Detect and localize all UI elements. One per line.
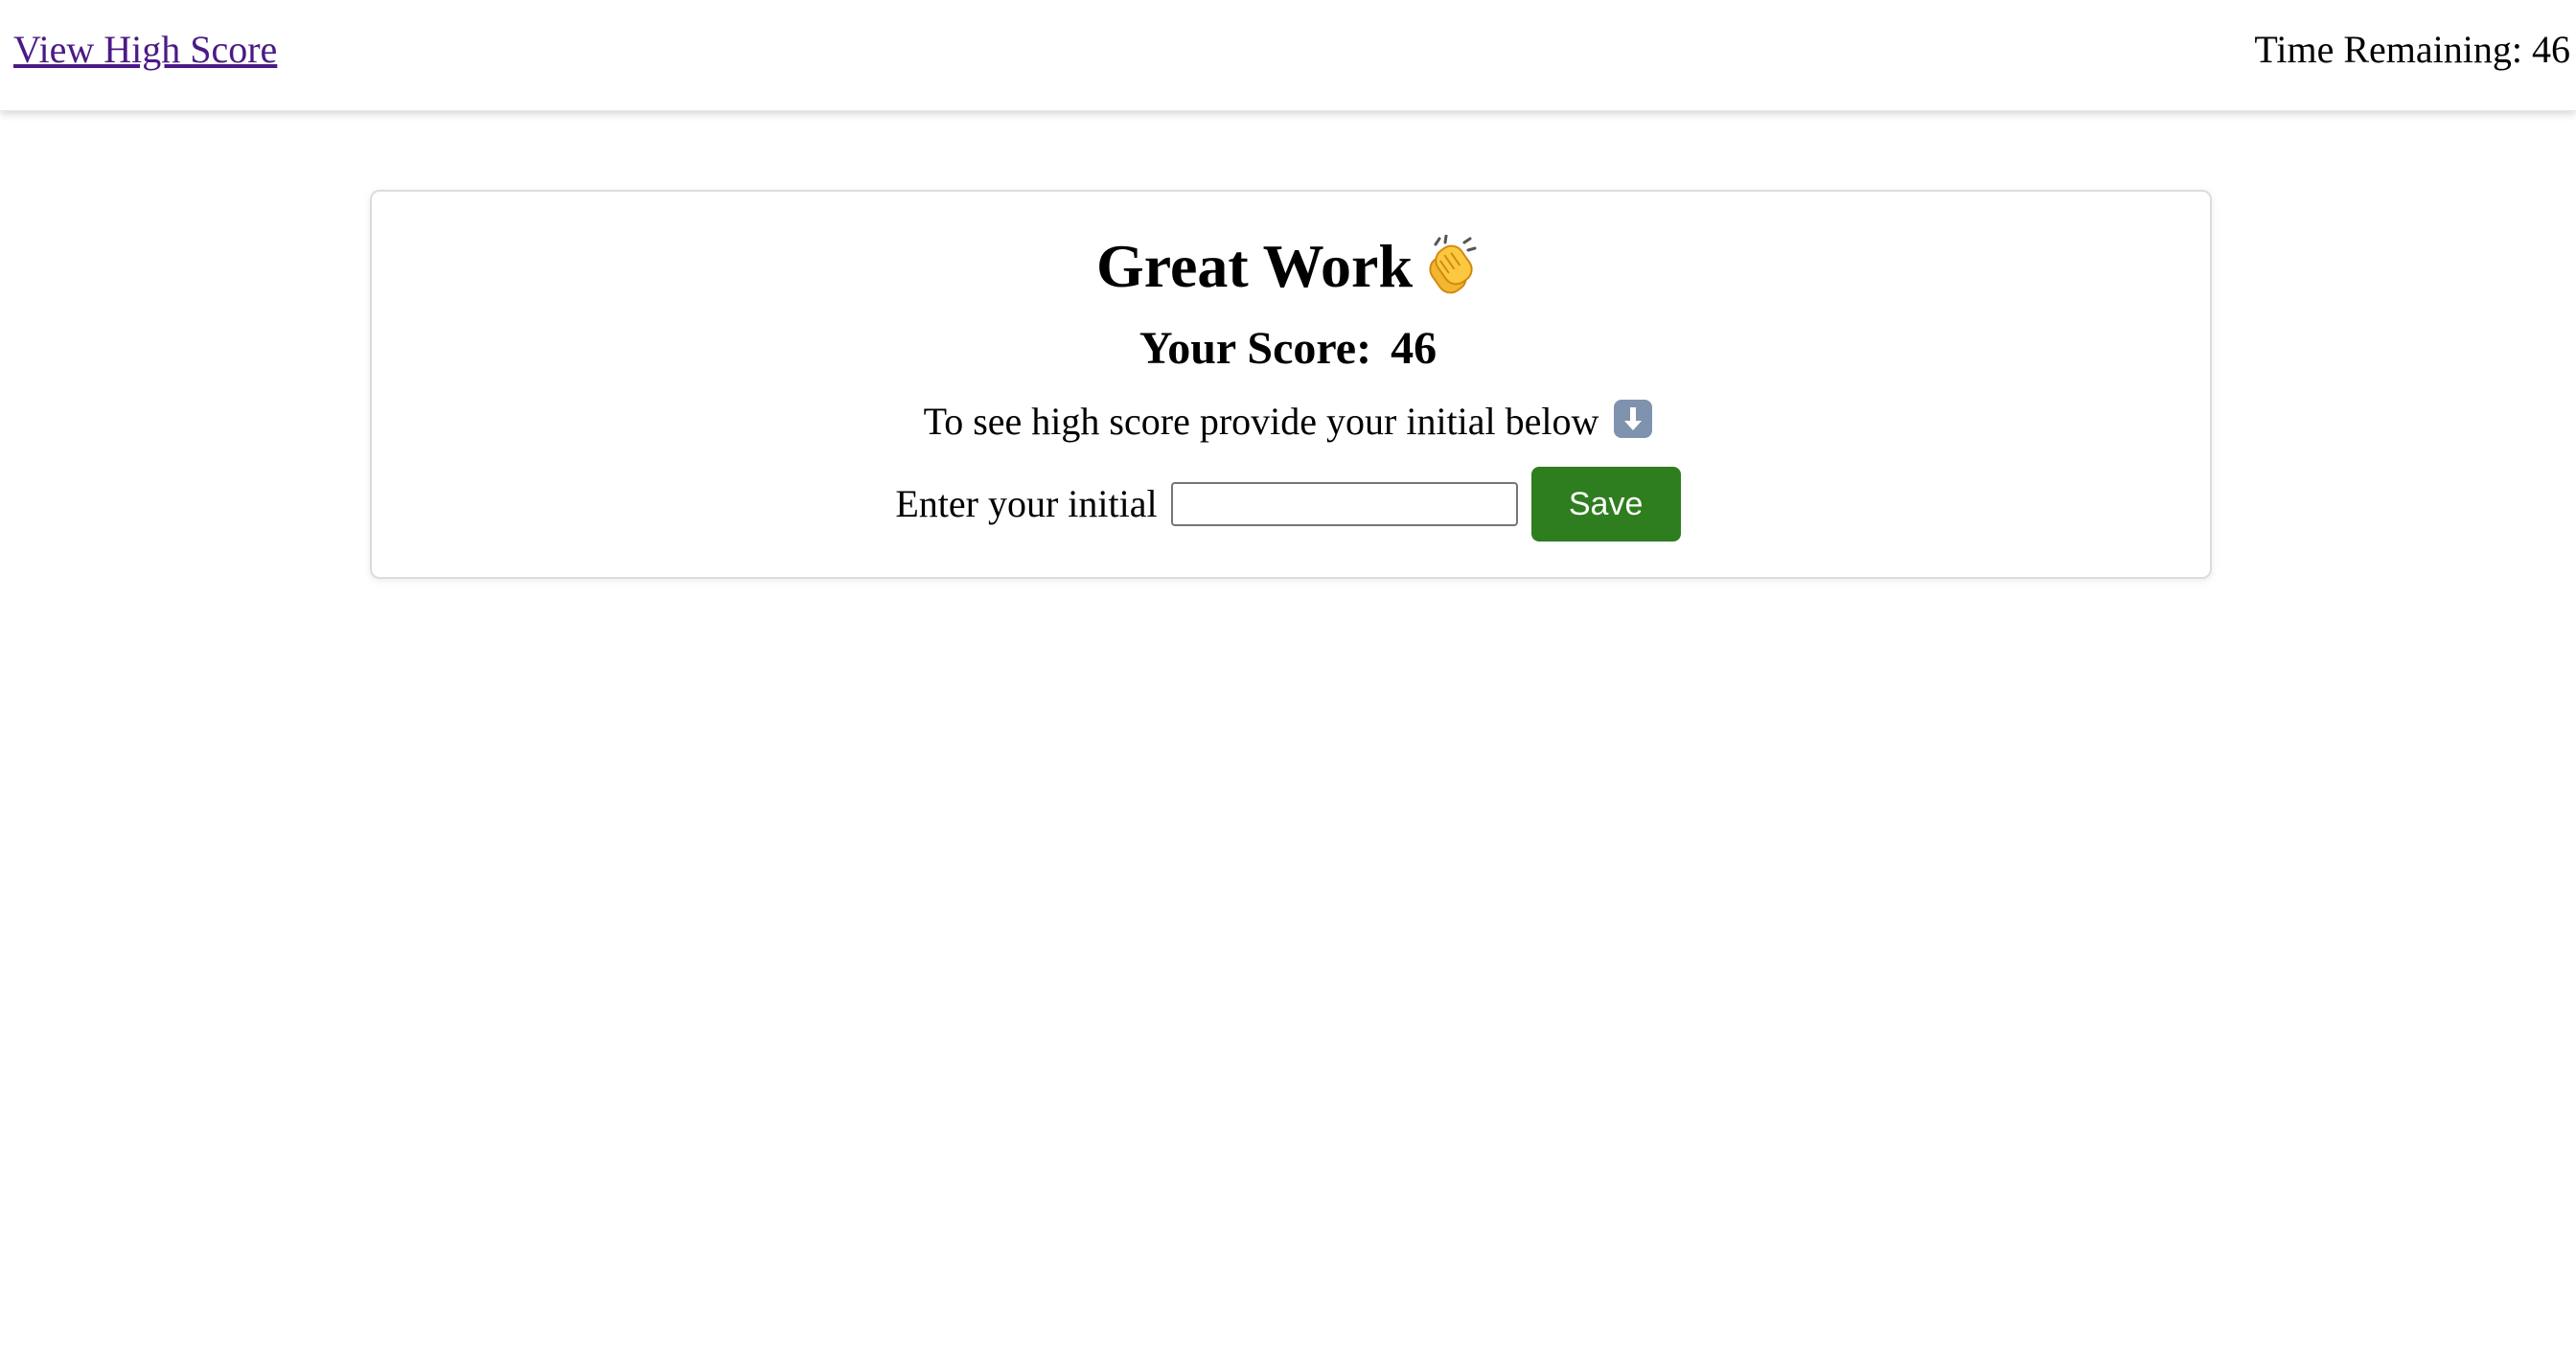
time-remaining: Time Remaining: 46 bbox=[2254, 28, 2570, 71]
clapping-hands-icon bbox=[1422, 234, 1480, 294]
title-text: Great Work bbox=[1095, 232, 1414, 300]
result-title: Great Work bbox=[0, 230, 2576, 303]
score-value: 46 bbox=[1391, 323, 1438, 374]
save-button[interactable]: Save bbox=[1530, 467, 1681, 542]
hint-text: To see high score provide your initial b… bbox=[923, 400, 1599, 443]
initial-input[interactable] bbox=[1170, 482, 1518, 526]
score-label: Your Score: bbox=[1138, 323, 1372, 374]
hint-text-row: To see high score provide your initial b… bbox=[0, 397, 2576, 447]
top-bar: View High Score Time Remaining: 46 bbox=[0, 0, 2576, 111]
initial-label: Enter your initial bbox=[895, 482, 1158, 525]
down-arrow-icon bbox=[1614, 400, 1653, 438]
view-high-score-link[interactable]: View High Score bbox=[13, 25, 277, 75]
score-line: Your Score: 46 bbox=[0, 320, 2576, 378]
initial-form: Enter your initial Save bbox=[0, 466, 2576, 542]
